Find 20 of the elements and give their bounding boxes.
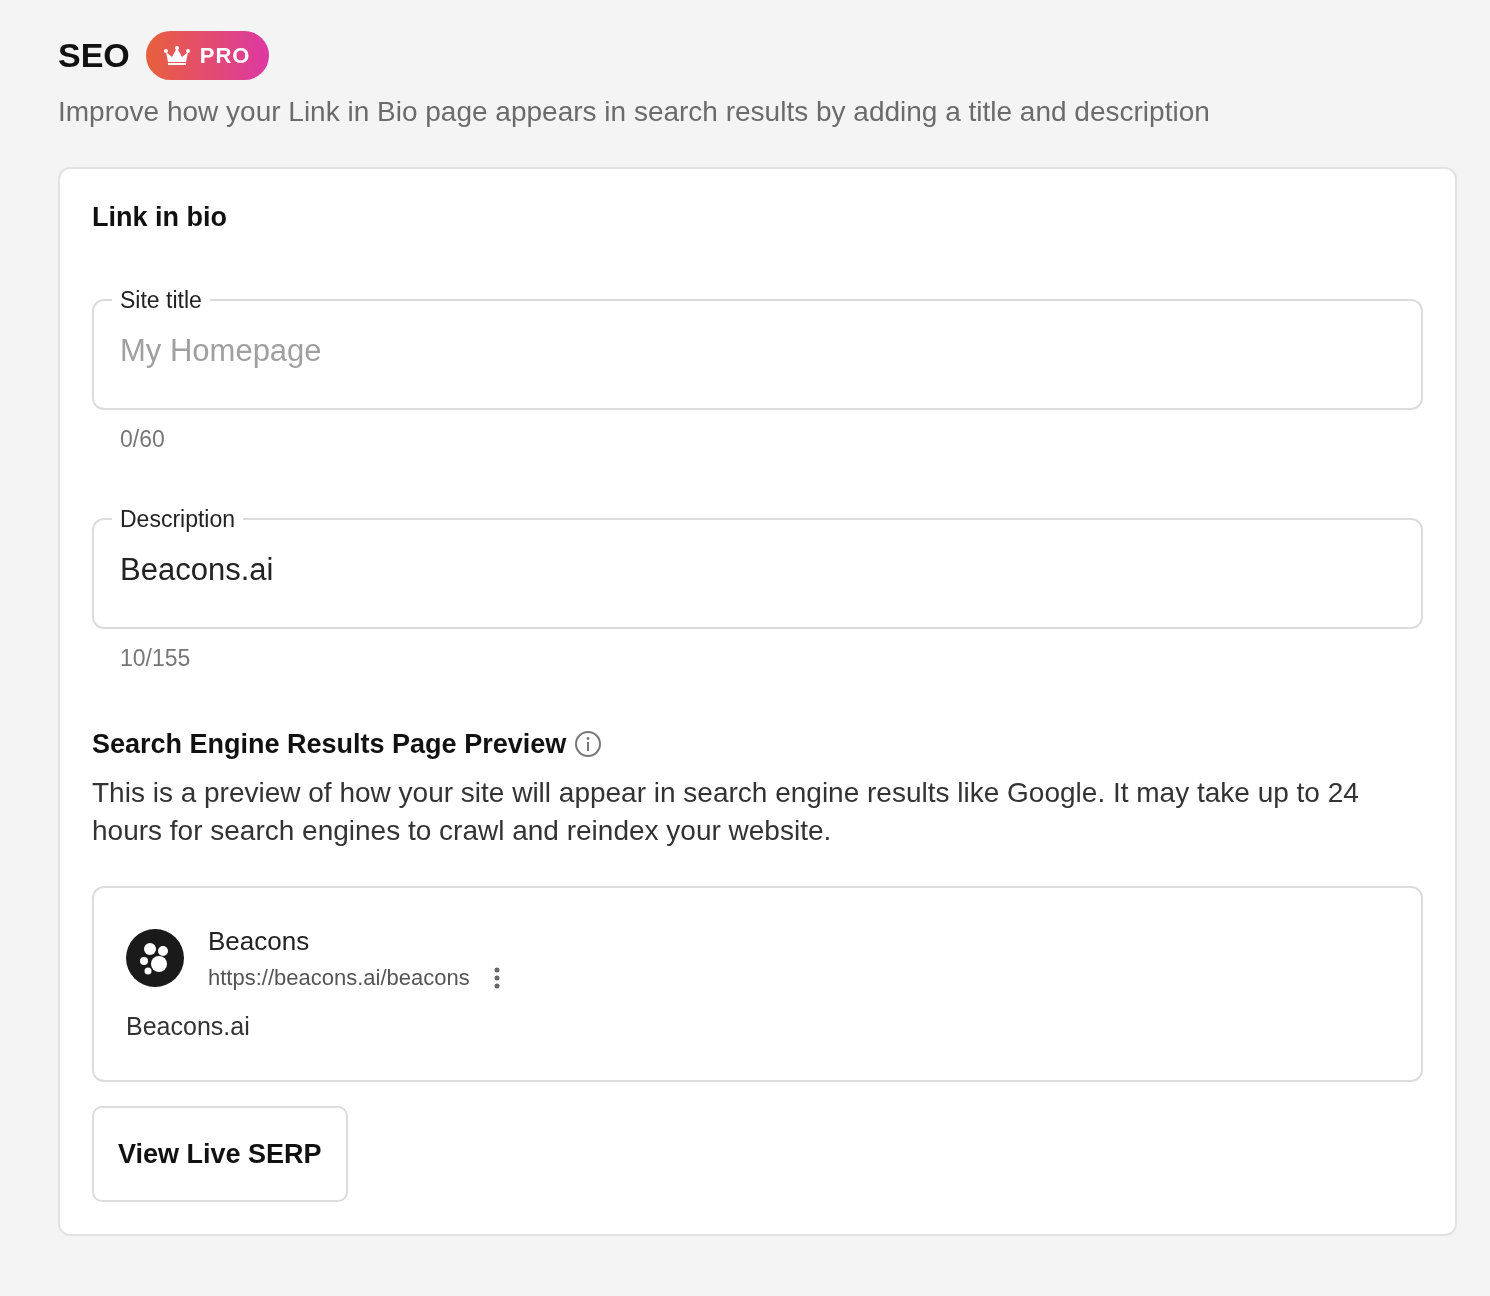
view-live-serp-button[interactable]: View Live SERP xyxy=(92,1105,348,1202)
section-heading: Search Engine Results Page Preview xyxy=(92,727,567,761)
result-description: Beacons.ai xyxy=(126,1011,251,1042)
character-counter: 10/155 xyxy=(120,644,192,673)
page-subtitle: Improve how your Link in Bio page appears in search results by adding a title and description xyxy=(58,95,1211,129)
field-label: Description xyxy=(119,504,237,533)
pro-badge: PRO xyxy=(145,31,269,80)
page-title: SEO xyxy=(58,35,130,76)
result-site-name: Beacons xyxy=(208,925,311,958)
input-field[interactable]: Beacons.ai xyxy=(120,546,1395,593)
crown-icon xyxy=(163,45,190,66)
field-label: Site title xyxy=(119,285,203,314)
card-title: Link in bio xyxy=(92,201,228,234)
dots-logo-icon xyxy=(126,929,184,987)
info-icon[interactable] xyxy=(574,729,603,758)
character-counter: 0/60 xyxy=(120,425,166,454)
result-url: https://beacons.ai/beacons xyxy=(208,964,470,992)
preview-description: This is a preview of how your site will appear in search engine results like Google. It may take up to 24 hours for search engines to crawl and reindex your website. xyxy=(92,776,1360,848)
more-icon[interactable] xyxy=(493,966,500,989)
input-field[interactable]: My Homepage xyxy=(120,327,1395,374)
